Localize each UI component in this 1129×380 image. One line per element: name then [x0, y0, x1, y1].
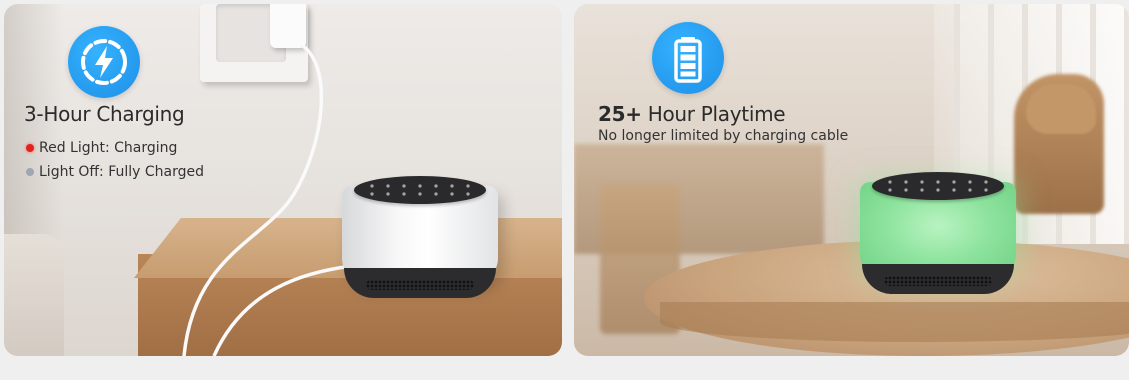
speaker-grille: [366, 280, 474, 290]
playtime-title: 25+ Hour Playtime: [598, 102, 786, 126]
battery-full-icon: [652, 22, 724, 94]
control-buttons: [364, 182, 476, 198]
lightning-charge-icon: [68, 26, 140, 98]
playtime-hours: 25+: [598, 102, 642, 126]
playtime-title-rest: Hour Playtime: [641, 102, 786, 126]
indicator-charged: Light Off: Fully Charged: [26, 164, 204, 180]
red-light-icon: [26, 144, 34, 152]
indicator-charged-label: Light Off: Fully Charged: [39, 164, 205, 180]
light-off-icon: [26, 168, 34, 176]
charging-panel: 3-Hour Charging Red Light: Charging Ligh…: [4, 4, 562, 356]
indicator-charging-label: Red Light: Charging: [39, 140, 178, 156]
speaker-grille: [884, 276, 992, 286]
sound-machine-green: [860, 172, 1016, 296]
indicator-charging: Red Light: Charging: [26, 140, 177, 156]
playtime-panel: 25+ Hour Playtime No longer limited by c…: [574, 4, 1129, 356]
toy-horse-head: [1026, 84, 1096, 134]
control-buttons: [882, 178, 994, 194]
product-banner: 3-Hour Charging Red Light: Charging Ligh…: [0, 0, 1129, 380]
playtime-subtitle: No longer limited by charging cable: [598, 128, 849, 144]
charging-title: 3-Hour Charging: [24, 102, 185, 126]
sound-machine-white: [342, 176, 498, 300]
